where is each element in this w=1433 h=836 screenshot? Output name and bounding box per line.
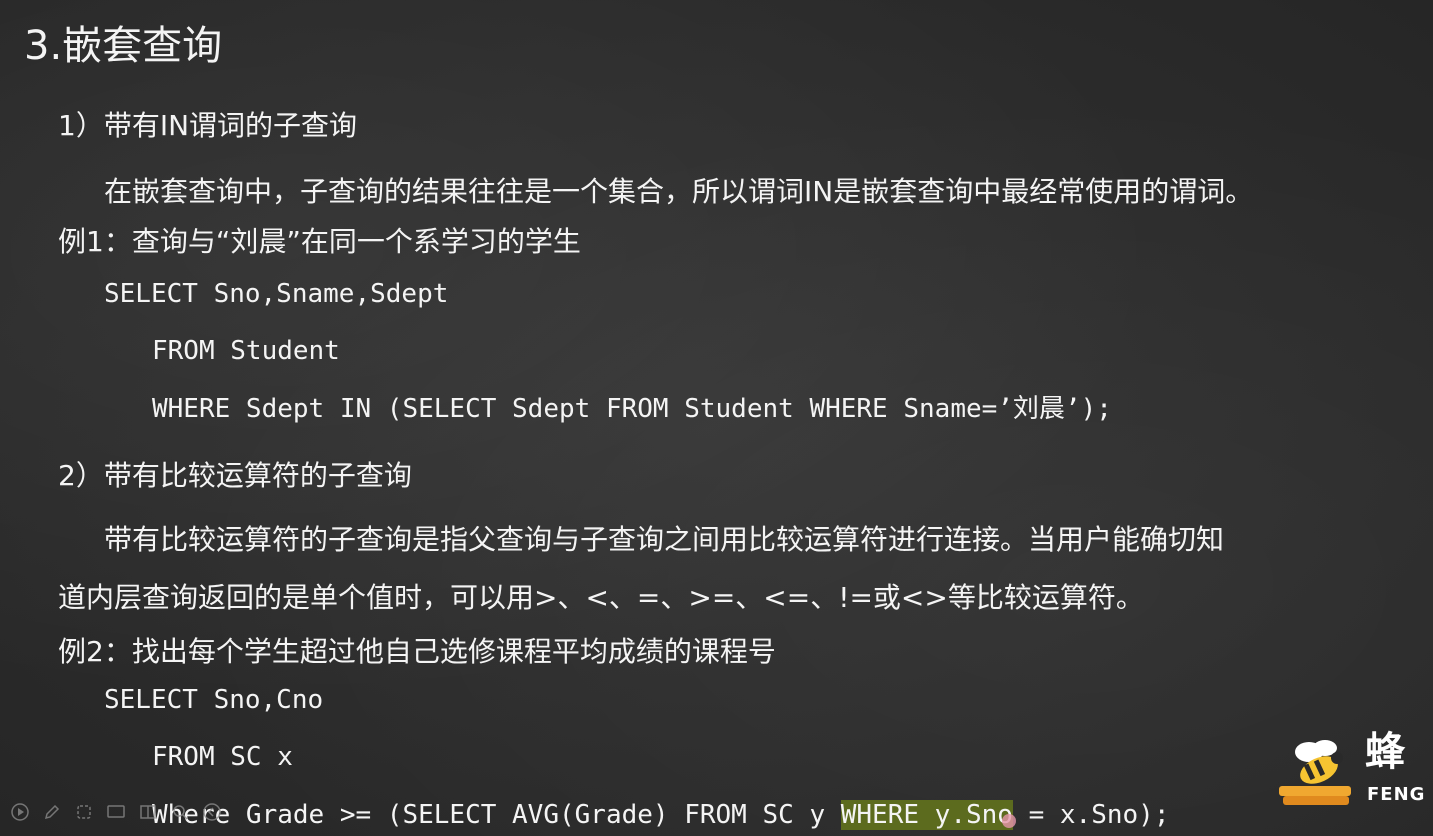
logo-text-cn: 蜂: [1365, 729, 1405, 775]
example2-title: 例2：找出每个学生超过他自己选修课程平均成绩的课程号: [58, 635, 776, 668]
mouse-cursor: [1002, 814, 1016, 828]
example1-code-line: FROM Student: [152, 336, 340, 366]
highlighted-code: WHERE y.Sno: [840, 800, 1013, 830]
code-segment: Where Grade >= (SELECT AVG(Grade) FROM S…: [152, 800, 841, 830]
example2-code-line-3: Where Grade >= (SELECT AVG(Grade) FROM S…: [152, 795, 1169, 835]
brand-logo: 蜂 FENG: [1273, 728, 1433, 818]
section1-heading: 1）带有IN谓词的子查询: [58, 109, 358, 142]
example2-code-line: FROM SC x: [152, 742, 293, 772]
screen-icon[interactable]: [104, 800, 128, 824]
zoom-icon[interactable]: [168, 800, 192, 824]
example1-code-line: SELECT Sno,Sname,Sdept: [104, 279, 449, 309]
section2-heading: 2）带有比较运算符的子查询: [58, 459, 412, 492]
slide-title: 3.嵌套查询: [24, 23, 223, 69]
bee-icon: [1279, 740, 1351, 805]
play-icon[interactable]: [8, 800, 32, 824]
section2-description-line: 道内层查询返回的是单个值时，可以用>、<、=、>=、<=、!=或<>等比较运算符…: [58, 581, 1144, 614]
grid-icon[interactable]: [136, 800, 160, 824]
pointer-icon[interactable]: [72, 800, 96, 824]
section1-description: 在嵌套查询中，子查询的结果往往是一个集合，所以谓词IN是嵌套查询中最经常使用的谓…: [104, 175, 1254, 208]
logo-text-en: FENG: [1367, 784, 1426, 805]
player-controls: [8, 798, 224, 826]
example1-code-line: WHERE Sdept IN (SELECT Sdept FROM Studen…: [152, 394, 1112, 424]
example2-code-line: SELECT Sno,Cno: [104, 685, 324, 715]
more-icon[interactable]: [200, 800, 224, 824]
section2-description-line: 带有比较运算符的子查询是指父查询与子查询之间用比较运算符进行连接。当用户能确切知: [104, 523, 1225, 556]
code-segment: = x.Sno);: [1012, 800, 1170, 830]
example1-title: 例1：查询与“刘晨”在同一个系学习的学生: [58, 225, 581, 258]
pen-icon[interactable]: [40, 800, 64, 824]
